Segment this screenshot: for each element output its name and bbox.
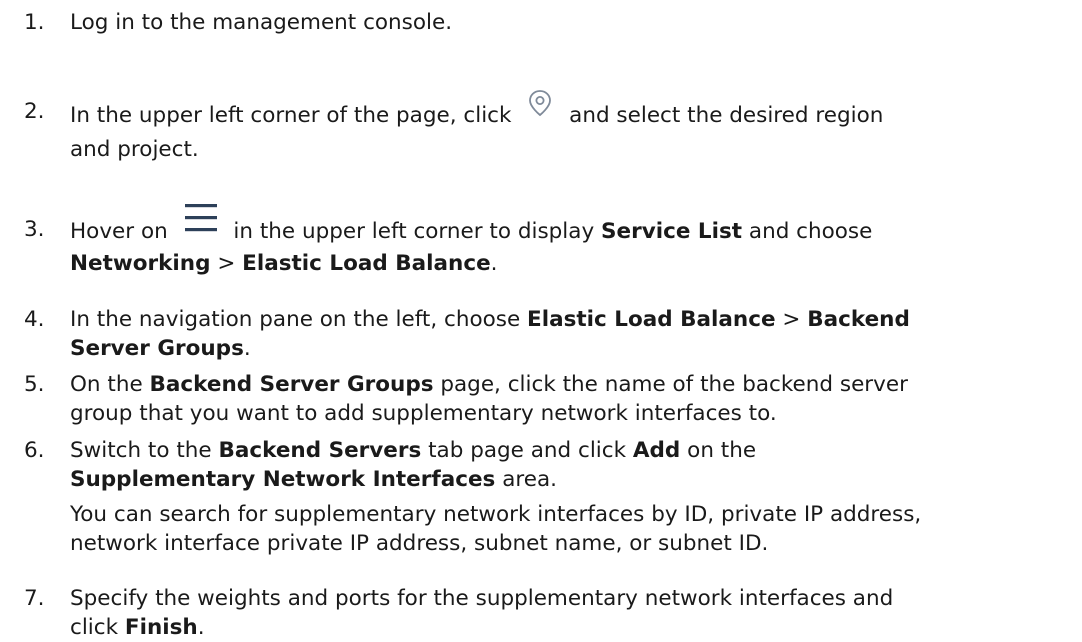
step-text: In the navigation pane on the left, choo… [70, 307, 910, 361]
step-number: 6. [24, 438, 45, 463]
step-number: 4. [24, 307, 45, 332]
step-text: Switch to the Backend Servers tab page a… [70, 438, 757, 492]
step-text: On the Backend Server Groups page, click… [70, 372, 908, 426]
step-note: You can search for supplementary network… [70, 502, 922, 556]
step-number: 1. [24, 10, 45, 35]
location-pin-icon [520, 85, 560, 123]
step-number: 5. [24, 372, 45, 397]
step-text: Hover on in the upper left corner to dis… [70, 204, 1060, 278]
step-number: 7. [24, 586, 45, 611]
step-number: 3. [24, 217, 45, 242]
step-text: In the upper left corner of the page, cl… [70, 90, 1060, 164]
menu-icon [177, 201, 225, 235]
procedure-document: 1. Log in to the management console. 2. … [0, 0, 1082, 642]
step-text: Log in to the management console. [70, 10, 453, 35]
step-text: Specify the weights and ports for the su… [70, 586, 894, 640]
step-number: 2. [24, 99, 45, 124]
